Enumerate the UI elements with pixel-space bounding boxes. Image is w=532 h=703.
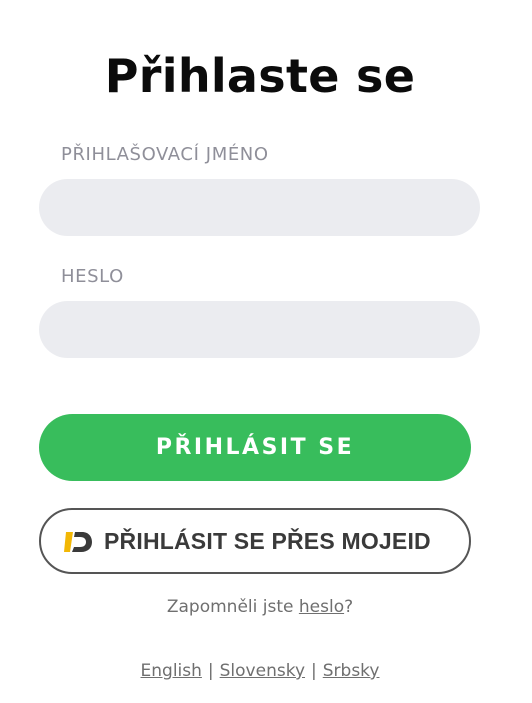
- language-separator: |: [207, 661, 214, 681]
- forgot-password-link[interactable]: heslo: [299, 597, 344, 617]
- mojeid-login-button[interactable]: PŘIHLÁSIT SE PŘES MOJEID: [39, 508, 471, 574]
- page-title: Přihlaste se: [104, 48, 416, 103]
- language-link-english[interactable]: English: [141, 661, 202, 681]
- language-switcher: English | Slovensky | Srbsky: [0, 659, 520, 683]
- password-input[interactable]: [39, 301, 480, 358]
- login-button-label: PŘIHLÁSIT SE: [155, 435, 355, 460]
- language-link-slovensky[interactable]: Slovensky: [220, 661, 305, 681]
- forgot-password: Zapomněli jste heslo?: [0, 595, 520, 619]
- language-link-srbsky[interactable]: Srbsky: [323, 661, 380, 681]
- username-input[interactable]: [39, 179, 480, 236]
- mojeid-logo-icon: [63, 529, 93, 555]
- username-label: PŘIHLAŠOVACÍ JMÉNO: [61, 144, 269, 165]
- mojeid-button-label: PŘIHLÁSIT SE PŘES MOJEID: [104, 528, 431, 554]
- login-button[interactable]: PŘIHLÁSIT SE: [39, 414, 471, 481]
- forgot-password-suffix: ?: [344, 597, 354, 617]
- language-separator: |: [311, 661, 317, 681]
- forgot-password-prefix: Zapomněli jste: [166, 597, 299, 617]
- password-label: HESLO: [61, 266, 124, 287]
